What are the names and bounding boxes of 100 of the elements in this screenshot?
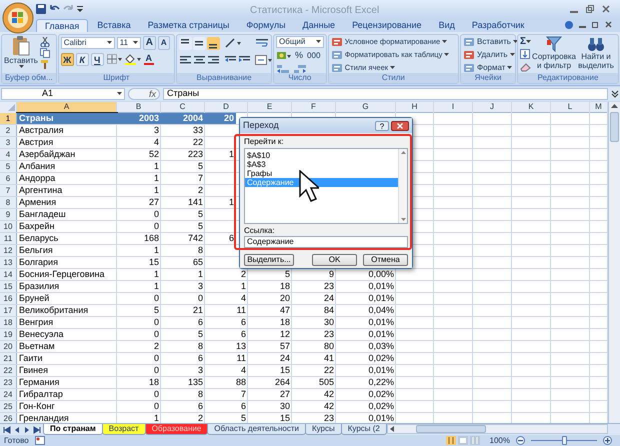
column-header[interactable]: F: [292, 102, 336, 113]
orientation-icon[interactable]: [224, 37, 242, 50]
thousands-button[interactable]: 000: [306, 50, 322, 61]
row-header[interactable]: 13: [0, 256, 17, 268]
scissors-icon[interactable]: [40, 36, 50, 47]
dialog-button[interactable]: Выделить...: [244, 254, 294, 266]
fill-color-icon[interactable]: [124, 53, 142, 66]
decrease-decimal-icon[interactable]: [293, 62, 308, 74]
copy-icon[interactable]: [40, 48, 50, 58]
sheet-tab[interactable]: По странам: [43, 424, 103, 436]
list-scrollbar[interactable]: [398, 149, 407, 223]
font-name-field[interactable]: Calibri: [60, 36, 115, 49]
save-icon[interactable]: [36, 4, 46, 14]
row-header[interactable]: 12: [0, 244, 17, 256]
merge-cells-icon[interactable]: [255, 54, 274, 66]
currency-icon[interactable]: [276, 50, 292, 61]
row-header[interactable]: 5: [0, 160, 17, 172]
list-item[interactable]: $A$10: [245, 151, 398, 160]
align-right-icon[interactable]: [207, 54, 220, 66]
column-header[interactable]: K: [512, 102, 551, 113]
number-format-field[interactable]: Общий: [276, 36, 324, 48]
ribbon-tab[interactable]: Разработчик: [464, 18, 532, 32]
column-header[interactable]: G: [336, 102, 396, 113]
last-sheet-icon[interactable]: [33, 426, 41, 434]
help-button[interactable]: ?: [375, 120, 389, 130]
name-box[interactable]: A1: [1, 88, 125, 100]
row-header[interactable]: 19: [0, 328, 17, 340]
editing-command[interactable]: Найти и выделить: [576, 36, 616, 73]
previous-sheet-icon[interactable]: [13, 426, 21, 434]
horizontal-scrollbar[interactable]: [386, 424, 608, 434]
column-header[interactable]: C: [161, 102, 205, 113]
zoom-out-icon[interactable]: [516, 436, 525, 446]
row-header[interactable]: 18: [0, 316, 17, 328]
close-button[interactable]: [391, 120, 409, 130]
ribbon-tab[interactable]: Вид: [430, 18, 463, 32]
zoom-in-icon[interactable]: [603, 436, 612, 446]
ribbon-tab[interactable]: Вставка: [89, 18, 139, 32]
row-header[interactable]: 11: [0, 232, 17, 244]
editing-command[interactable]: Сортировка и фильтр: [534, 36, 574, 73]
row-header[interactable]: 17: [0, 304, 17, 316]
row-header[interactable]: 15: [0, 280, 17, 292]
sheet-tab[interactable]: Возраст: [102, 424, 146, 436]
ribbon-tab[interactable]: Рецензирование: [344, 18, 430, 32]
row-header[interactable]: 3: [0, 136, 17, 148]
autosum-button[interactable]: Σ: [520, 36, 532, 47]
ribbon-tab[interactable]: Главная: [36, 18, 88, 32]
row-header[interactable]: 20: [0, 340, 17, 352]
align-middle-icon[interactable]: [193, 36, 206, 50]
row-header[interactable]: 16: [0, 292, 17, 304]
font-style-button[interactable]: Ч: [90, 52, 104, 66]
font-color-button[interactable]: A: [144, 54, 154, 65]
list-item[interactable]: Графы: [245, 169, 398, 178]
row-header[interactable]: 22: [0, 364, 17, 376]
ribbon-tab[interactable]: Формулы: [238, 18, 294, 32]
dialog-button[interactable]: Отмена: [363, 254, 408, 266]
row-header[interactable]: 10: [0, 220, 17, 232]
close-icon[interactable]: [602, 4, 610, 13]
close-icon[interactable]: [605, 21, 612, 28]
cells-command[interactable]: Удалить: [463, 48, 518, 61]
row-header[interactable]: 26: [0, 412, 17, 424]
scroll-thumb[interactable]: [610, 112, 619, 142]
scroll-thumb[interactable]: [416, 425, 486, 434]
next-sheet-icon[interactable]: [23, 426, 31, 434]
reference-field[interactable]: Содержание: [244, 236, 408, 248]
column-header[interactable]: H: [396, 102, 434, 113]
column-header[interactable]: M: [590, 102, 608, 113]
ribbon-tab[interactable]: Данные: [294, 18, 344, 32]
row-header[interactable]: 25: [0, 400, 17, 412]
restore-icon[interactable]: [592, 21, 599, 28]
office-logo-icon[interactable]: [2, 2, 34, 34]
font-style-button[interactable]: Ж: [60, 52, 74, 66]
row-header[interactable]: 14: [0, 268, 17, 280]
row-header[interactable]: 2: [0, 124, 17, 136]
goto-list[interactable]: $A$10 $A$3 Графы Содержание: [244, 148, 408, 224]
list-item[interactable]: $A$3: [245, 160, 398, 169]
wrap-text-icon[interactable]: [255, 36, 270, 49]
increase-decimal-icon[interactable]: [276, 62, 290, 74]
function-button[interactable]: fx: [128, 88, 160, 100]
column-header[interactable]: B: [117, 102, 161, 113]
zoom-slider[interactable]: [562, 436, 567, 446]
cells-command[interactable]: Формат: [463, 62, 518, 74]
expand-icon[interactable]: [611, 88, 619, 99]
align-center-icon[interactable]: [193, 54, 206, 66]
row-header[interactable]: 9: [0, 208, 17, 220]
row-header[interactable]: 21: [0, 352, 17, 364]
font-size-field[interactable]: 11: [116, 36, 141, 49]
paste-button[interactable]: Вставить: [4, 36, 38, 73]
column-header[interactable]: I: [434, 102, 473, 113]
customize-icon[interactable]: [77, 4, 83, 13]
fill-down-icon[interactable]: [520, 48, 532, 60]
row-header[interactable]: 4: [0, 148, 17, 160]
formula-field[interactable]: Страны: [163, 88, 608, 100]
column-header[interactable]: A: [17, 102, 117, 113]
ribbon-tab[interactable]: Разметка страницы: [140, 18, 238, 32]
borders-icon[interactable]: [106, 53, 122, 66]
percent-button[interactable]: %: [294, 50, 304, 61]
column-header[interactable]: J: [473, 102, 512, 113]
row-header[interactable]: 24: [0, 388, 17, 400]
vertical-scrollbar[interactable]: [608, 102, 620, 424]
column-header[interactable]: E: [248, 102, 292, 113]
